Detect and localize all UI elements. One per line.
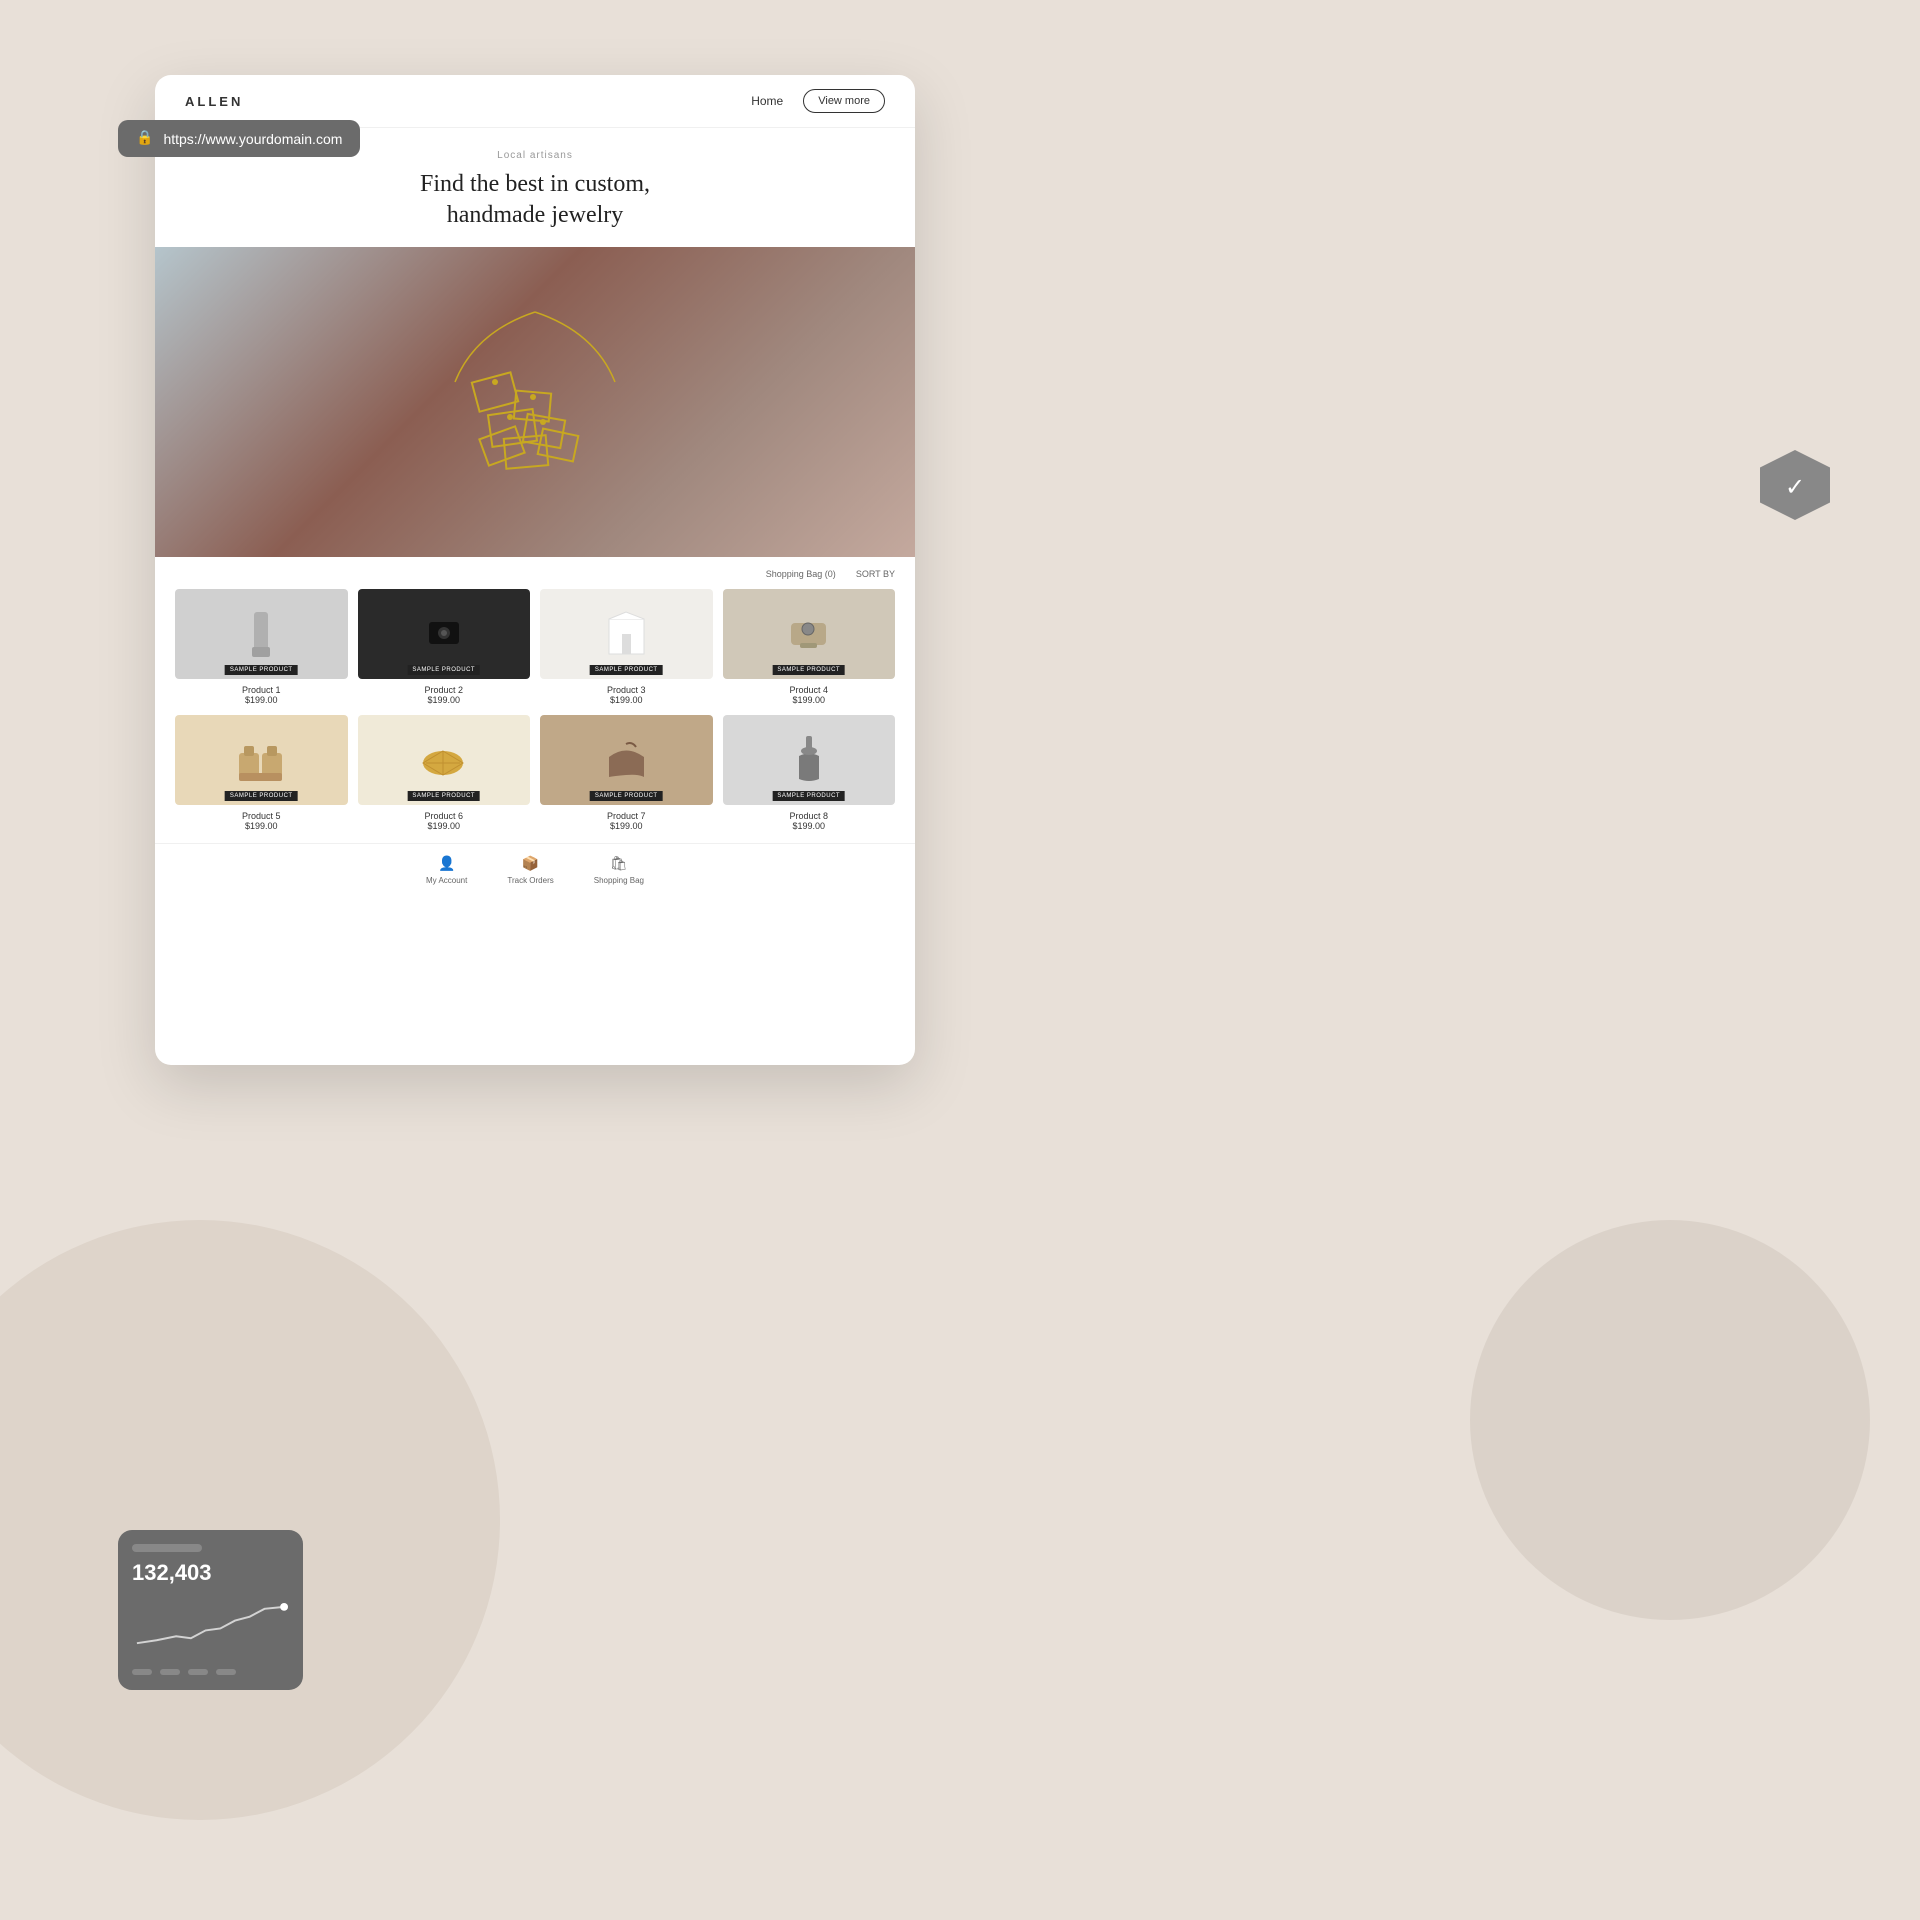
bag-label: Shopping Bag bbox=[594, 876, 644, 885]
bottom-nav-bag[interactable]: 🛍 Shopping Bag bbox=[594, 856, 644, 885]
jewelry-svg bbox=[395, 302, 675, 502]
product-card-3[interactable]: SAMPLE PRODUCT Product 3 $199.00 bbox=[540, 589, 713, 705]
product-price-7: $199.00 bbox=[540, 821, 713, 831]
product-img-8: SAMPLE PRODUCT bbox=[723, 715, 896, 805]
product-price-6: $199.00 bbox=[358, 821, 531, 831]
product-name-1: Product 1 bbox=[175, 685, 348, 695]
product-img-2: SAMPLE PRODUCT bbox=[358, 589, 531, 679]
product-img-7: SAMPLE PRODUCT bbox=[540, 715, 713, 805]
product-label-3: SAMPLE PRODUCT bbox=[590, 665, 663, 675]
product-name-5: Product 5 bbox=[175, 811, 348, 821]
product-name-2: Product 2 bbox=[358, 685, 531, 695]
product-name-6: Product 6 bbox=[358, 811, 531, 821]
product-name-8: Product 8 bbox=[723, 811, 896, 821]
product-name-7: Product 7 bbox=[540, 811, 713, 821]
analytics-dots bbox=[132, 1669, 289, 1675]
products-section: Shopping Bag (0) SORT BY SAMPLE PRODUCT … bbox=[155, 557, 915, 843]
products-grid: SAMPLE PRODUCT Product 1 $199.00 SAMPLE … bbox=[175, 589, 895, 831]
analytics-chart bbox=[132, 1596, 289, 1656]
product-price-2: $199.00 bbox=[358, 695, 531, 705]
lock-icon: 🔒 bbox=[136, 130, 153, 147]
product-card-5[interactable]: SAMPLE PRODUCT Product 5 $199.00 bbox=[175, 715, 348, 831]
jewelry-visual bbox=[155, 247, 915, 557]
bottom-nav-orders[interactable]: 📦 Track Orders bbox=[507, 856, 553, 885]
nav-links: Home View more bbox=[751, 89, 885, 113]
bg-shape-right bbox=[1470, 1220, 1870, 1620]
product-card-7[interactable]: SAMPLE PRODUCT Product 7 $199.00 bbox=[540, 715, 713, 831]
product-card-8[interactable]: SAMPLE PRODUCT Product 8 $199.00 bbox=[723, 715, 896, 831]
product-label-2: SAMPLE PRODUCT bbox=[407, 665, 480, 675]
bg-shape-left bbox=[0, 1220, 500, 1820]
product-card-2[interactable]: SAMPLE PRODUCT Product 2 $199.00 bbox=[358, 589, 531, 705]
product-img-3: SAMPLE PRODUCT bbox=[540, 589, 713, 679]
browser-frame: ALLEN Home View more Local artisans Find… bbox=[155, 75, 915, 1065]
sort-label[interactable]: SORT BY bbox=[856, 569, 895, 579]
product-price-8: $199.00 bbox=[723, 821, 896, 831]
hero-title-line1: Find the best in custom, bbox=[420, 171, 650, 197]
bottom-nav-account[interactable]: 👤 My Account bbox=[426, 856, 467, 885]
product-label-5: SAMPLE PRODUCT bbox=[225, 791, 298, 801]
orders-icon: 📦 bbox=[522, 856, 539, 873]
product-img-4: SAMPLE PRODUCT bbox=[723, 589, 896, 679]
product-price-1: $199.00 bbox=[175, 695, 348, 705]
product-label-7: SAMPLE PRODUCT bbox=[590, 791, 663, 801]
product-label-4: SAMPLE PRODUCT bbox=[772, 665, 845, 675]
hero-title: Find the best in custom, handmade jewelr… bbox=[175, 169, 895, 231]
security-badge: ✓ bbox=[1760, 450, 1830, 520]
product-img-6: SAMPLE PRODUCT bbox=[358, 715, 531, 805]
product-price-4: $199.00 bbox=[723, 695, 896, 705]
bag-icon: 🛍 bbox=[610, 856, 628, 873]
product-price-5: $199.00 bbox=[175, 821, 348, 831]
bottom-nav: 👤 My Account 📦 Track Orders 🛍 Shopping B… bbox=[155, 843, 915, 897]
product-card-4[interactable]: SAMPLE PRODUCT Product 4 $199.00 bbox=[723, 589, 896, 705]
product-price-3: $199.00 bbox=[540, 695, 713, 705]
product-label-1: SAMPLE PRODUCT bbox=[225, 665, 298, 675]
product-label-6: SAMPLE PRODUCT bbox=[407, 791, 480, 801]
nav-home[interactable]: Home bbox=[751, 94, 783, 108]
orders-label: Track Orders bbox=[507, 876, 553, 885]
analytics-number: 132,403 bbox=[132, 1560, 289, 1586]
url-bar[interactable]: 🔒 https://www.yourdomain.com bbox=[118, 120, 360, 157]
shopping-bag-label: Shopping Bag (0) bbox=[766, 569, 836, 579]
view-more-button[interactable]: View more bbox=[803, 89, 885, 113]
account-icon: 👤 bbox=[438, 856, 455, 873]
analytics-card: 132,403 bbox=[118, 1530, 303, 1690]
analytics-bar bbox=[132, 1544, 202, 1552]
products-header: Shopping Bag (0) SORT BY bbox=[175, 569, 895, 579]
product-img-1: SAMPLE PRODUCT bbox=[175, 589, 348, 679]
product-card-1[interactable]: SAMPLE PRODUCT Product 1 $199.00 bbox=[175, 589, 348, 705]
hero-image bbox=[155, 247, 915, 557]
product-label-8: SAMPLE PRODUCT bbox=[772, 791, 845, 801]
hero-title-line2: handmade jewelry bbox=[447, 202, 624, 228]
account-label: My Account bbox=[426, 876, 467, 885]
product-card-6[interactable]: SAMPLE PRODUCT Product 6 $199.00 bbox=[358, 715, 531, 831]
product-name-3: Product 3 bbox=[540, 685, 713, 695]
product-img-5: SAMPLE PRODUCT bbox=[175, 715, 348, 805]
check-icon: ✓ bbox=[1785, 473, 1805, 502]
product-name-4: Product 4 bbox=[723, 685, 896, 695]
url-text: https://www.yourdomain.com bbox=[163, 131, 342, 147]
site-logo: ALLEN bbox=[185, 94, 243, 109]
